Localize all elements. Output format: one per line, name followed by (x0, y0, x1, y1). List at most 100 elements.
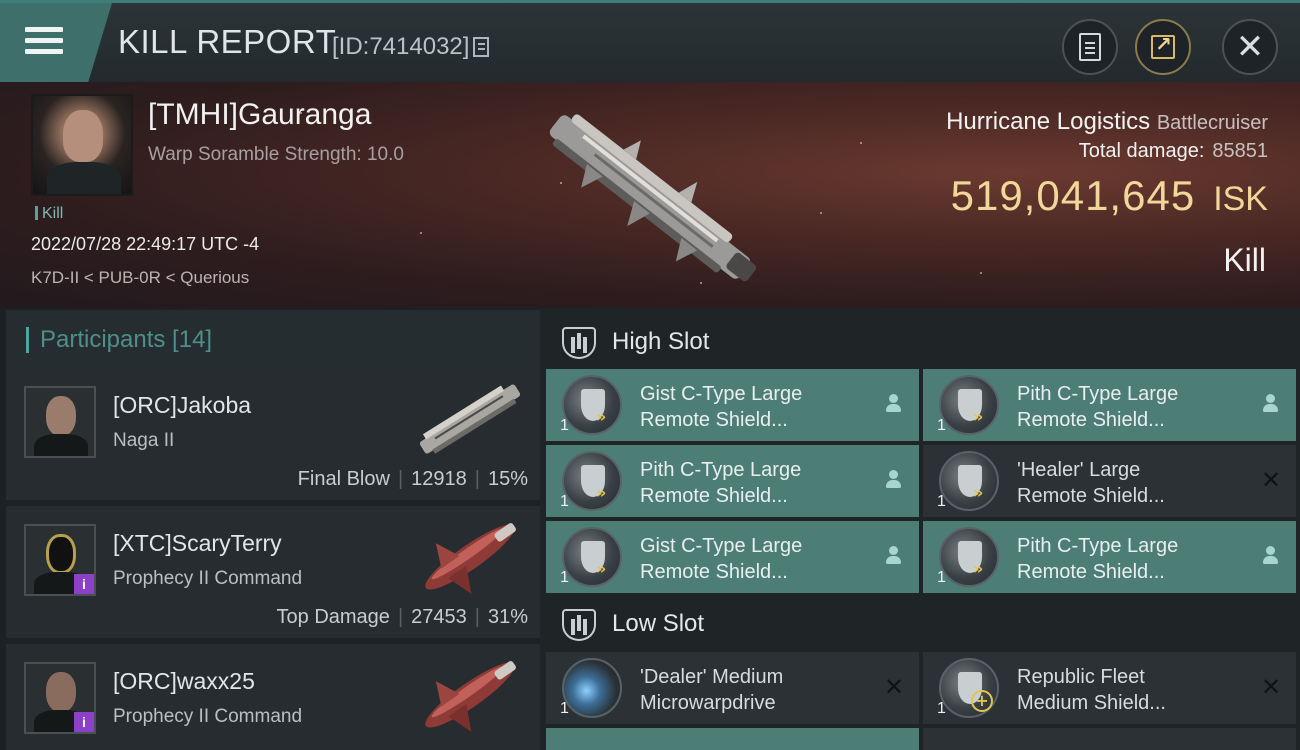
module-name-line1: Pith C-Type Large (1017, 383, 1179, 405)
module-item[interactable] (546, 728, 919, 750)
module-quantity: 1 (560, 493, 569, 510)
participants-panel: Participants [14] [ORC]Jakoba Naga II Fi… (0, 308, 540, 750)
participant-row[interactable]: [ORC]Jakoba Naga II Final Blow | 12918 | 15% (6, 368, 540, 500)
module-quantity: 1 (937, 700, 946, 717)
module-quantity: 1 (560, 417, 569, 434)
module-name-line2: Remote Shield... (640, 485, 788, 507)
person-icon (1260, 393, 1282, 415)
person-icon (883, 469, 905, 491)
module-item[interactable]: 1 'Dealer' Medium Microwarpdrive ✕ (546, 652, 919, 724)
total-damage: Total damage: 85851 (1079, 140, 1268, 163)
participant-avatar[interactable]: i (24, 524, 96, 596)
page-title: KILL REPORT (118, 23, 337, 60)
report-id-text: [ID:7414032] (332, 33, 470, 60)
participant-damage: 12918 (411, 468, 467, 490)
participant-ship: Prophecy II Command (113, 706, 303, 727)
participant-ship-image (425, 523, 516, 594)
shield-module-icon: » (939, 527, 999, 587)
total-damage-label: Total damage: (1078, 140, 1205, 162)
participant-stats: Final Blow | 12918 | 15% (297, 468, 528, 490)
shield-module-icon: » (562, 451, 622, 511)
module-item[interactable]: » 1 Pith C-Type Large Remote Shield... (923, 521, 1296, 593)
victim-subtitle: Warp Soramble Strength: 10.0 (148, 144, 404, 165)
participant-ship: Naga II (113, 430, 175, 451)
kill-tag-text: Kill (42, 205, 64, 222)
shield-module-icon: » (939, 451, 999, 511)
participants-title: Participants [14] (40, 326, 213, 353)
destroyed-x-icon: ✕ (1260, 466, 1282, 494)
participant-percent: 31% (487, 606, 528, 628)
module-quantity: 1 (937, 569, 946, 586)
module-quantity: 1 (560, 700, 569, 717)
module-item[interactable] (923, 728, 1296, 750)
copy-icon[interactable] (473, 37, 490, 57)
module-item[interactable]: » 1 'Healer' Large Remote Shield... ✕ (923, 445, 1296, 517)
isk-amount: 519,041,645 (950, 172, 1196, 219)
destroyed-x-icon: ✕ (1260, 673, 1282, 701)
participants-header: Participants [14] (6, 310, 540, 368)
menu-button[interactable] (0, 3, 112, 85)
module-name-line1: 'Dealer' Medium (640, 666, 784, 688)
participant-row[interactable]: i [ORC]waxx25 Prophecy II Command (6, 644, 540, 750)
module-item[interactable]: » 1 Pith C-Type Large Remote Shield... (546, 445, 919, 517)
module-name-line2: Remote Shield... (640, 561, 788, 583)
shield-extender-icon: + (939, 658, 999, 718)
participant-row[interactable]: i [XTC]ScaryTerry Prophecy II Command To… (6, 506, 540, 638)
module-item[interactable]: » 1 Gist C-Type Large Remote Shield... (546, 369, 919, 441)
module-name-line1: Gist C-Type Large (640, 383, 803, 405)
participant-name: [ORC]Jakoba (113, 392, 252, 418)
participant-damage: 27453 (411, 606, 467, 628)
participant-avatar[interactable]: i (24, 662, 96, 734)
isk-value: 519,041,645 ISK (951, 172, 1268, 220)
participant-stat-label: Final Blow (297, 468, 390, 490)
high-slot-icon (562, 327, 596, 359)
share-icon (1151, 32, 1175, 59)
module-item[interactable]: » 1 Pith C-Type Large Remote Shield... (923, 369, 1296, 441)
report-id: [ID:7414032] (332, 33, 490, 61)
report-button[interactable] (1062, 19, 1118, 75)
kill-location[interactable]: K7D-II < PUB-0R < Querious (31, 268, 249, 288)
victim-ship-image[interactable] (520, 92, 780, 302)
module-item[interactable]: + 1 Republic Fleet Medium Shield... ✕ (923, 652, 1296, 724)
kill-datetime: 2022/07/28 22:49:17 UTC -4 (31, 234, 260, 254)
menu-icon (25, 27, 63, 55)
close-button[interactable]: ✕ (1222, 19, 1278, 75)
shield-module-icon: » (562, 527, 622, 587)
participant-name: [XTC]ScaryTerry (113, 530, 282, 556)
fitting-panel: High Slot » 1 Gist C-Type Large Remote Sh… (540, 308, 1300, 750)
module-name-line2: Remote Shield... (1017, 485, 1165, 507)
module-name-line2: Remote Shield... (1017, 409, 1165, 431)
shield-module-icon: » (562, 375, 622, 435)
kill-tag: Kill (35, 205, 63, 223)
info-badge-icon: i (74, 574, 94, 594)
victim-ship[interactable]: Hurricane Logistics Battlecruiser (946, 108, 1268, 136)
victim-portrait[interactable] (31, 94, 133, 196)
module-name-line2: Microwarpdrive (640, 692, 776, 714)
module-name-line2: Remote Shield... (640, 409, 788, 431)
person-icon (1260, 545, 1282, 567)
shield-module-icon: » (939, 375, 999, 435)
victim-name[interactable]: [TMHI]Gauranga (148, 98, 371, 132)
microwarpdrive-icon (562, 658, 622, 718)
victim-ship-name: Hurricane Logistics (946, 108, 1151, 135)
info-badge-icon: i (74, 712, 94, 732)
participant-stats: Top Damage | 27453 | 31% (276, 606, 528, 628)
module-quantity: 1 (937, 493, 946, 510)
module-name-line1: Gist C-Type Large (640, 535, 803, 557)
low-slot-icon (562, 609, 596, 641)
participant-avatar[interactable] (24, 386, 96, 458)
top-bar: KILL REPORT [ID:7414032] ✕ (0, 0, 1300, 85)
share-button[interactable] (1135, 19, 1191, 75)
participant-ship-image (425, 661, 516, 732)
module-quantity: 1 (937, 417, 946, 434)
module-name-line1: Pith C-Type Large (640, 459, 802, 481)
participant-stat-label: Top Damage (276, 606, 390, 628)
module-item[interactable]: » 1 Gist C-Type Large Remote Shield... (546, 521, 919, 593)
module-name-line1: 'Healer' Large (1017, 459, 1141, 481)
module-name-line1: Pith C-Type Large (1017, 535, 1179, 557)
isk-unit: ISK (1213, 180, 1268, 218)
participant-percent: 15% (487, 468, 528, 490)
module-name-line1: Republic Fleet (1017, 666, 1145, 688)
participant-name: [ORC]waxx25 (113, 668, 255, 694)
total-damage-value: 85851 (1212, 140, 1268, 162)
